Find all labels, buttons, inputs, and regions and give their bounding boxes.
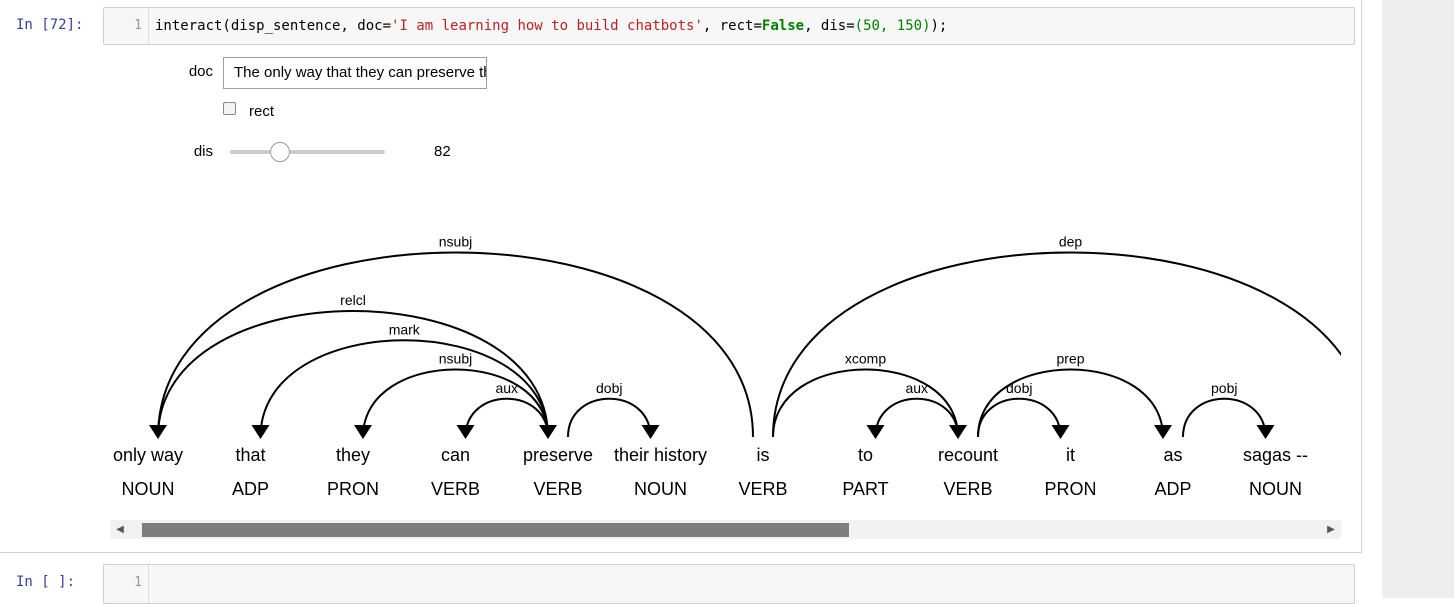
arc-label: nsubj <box>439 351 472 367</box>
token-word: sagas -- <box>1243 445 1308 465</box>
token-tag: PRON <box>327 479 379 499</box>
arc-label: nsubj <box>439 234 472 250</box>
code-dis-value: (50, 150) <box>854 18 931 34</box>
token-word: as <box>1163 445 1182 465</box>
token-word: to <box>858 445 873 465</box>
arc-arrowhead <box>354 425 372 439</box>
code-cell-72[interactable]: In [72]: 1 interact(disp_sentence, doc='… <box>0 0 1362 553</box>
arc-arrowhead <box>456 425 475 439</box>
gutter-divider <box>148 565 149 603</box>
arc-arrowhead <box>866 425 885 439</box>
arc-arrowhead <box>641 425 660 439</box>
code-doc-string: 'I am learning how to build chatbots' <box>391 18 703 34</box>
dependency-arc <box>567 397 652 438</box>
arc-arrowhead <box>1154 425 1172 439</box>
cell-prompt: In [72]: <box>16 17 84 33</box>
code-end: ); <box>930 18 948 34</box>
arc-label: prep <box>1056 351 1084 367</box>
arc-arrowhead <box>1051 425 1070 439</box>
dis-slider-handle[interactable] <box>269 142 290 162</box>
rect-label: rect <box>249 103 275 120</box>
code-input[interactable]: 1 interact(disp_sentence, doc='I am lear… <box>103 7 1355 45</box>
dependency-arc <box>362 368 549 438</box>
arc-label: pobj <box>1211 380 1237 396</box>
horizontal-scrollbar[interactable]: ◀ ▶ <box>110 520 1341 539</box>
arc-label: dobj <box>1006 380 1032 396</box>
token-tag: VERB <box>533 479 582 499</box>
scroll-right-arrow-icon[interactable]: ▶ <box>1321 520 1341 539</box>
dependency-arc <box>874 397 959 438</box>
token-tag: NOUN <box>122 479 175 499</box>
line-number: 1 <box>134 575 142 590</box>
token-word: it <box>1066 445 1075 465</box>
notebook-right-gutter <box>1382 0 1454 598</box>
arc-label: relcl <box>340 292 366 308</box>
doc-label: doc <box>188 63 213 80</box>
arc-label: dobj <box>596 380 622 396</box>
dependency-arc <box>464 397 549 438</box>
dependency-arc <box>977 397 1062 438</box>
arc-label: mark <box>389 321 421 337</box>
arc-label: xcomp <box>845 351 886 367</box>
code-line[interactable]: interact(disp_sentence, doc='I am learni… <box>155 18 947 34</box>
dependency-arc <box>157 251 754 438</box>
gutter-divider <box>148 8 149 44</box>
line-number: 1 <box>134 18 142 33</box>
arc-label: aux <box>905 380 928 396</box>
dis-slider-track[interactable] <box>230 150 385 154</box>
token-word: is <box>757 445 770 465</box>
scroll-left-arrow-icon[interactable]: ◀ <box>110 520 130 539</box>
token-word: their history <box>614 445 707 465</box>
code-rect-value: False <box>761 18 805 34</box>
scrollbar-thumb[interactable] <box>141 523 850 537</box>
rect-checkbox[interactable] <box>223 102 236 115</box>
dependency-visualization: only way NOUN that ADP they PRON can VERB preser… <box>110 175 1341 520</box>
dis-value: 82 <box>434 143 451 160</box>
token-tag: PRON <box>1044 479 1096 499</box>
dependency-tree-svg: only way NOUN that ADP they PRON can VERB preser… <box>113 234 1341 499</box>
token-tag: VERB <box>738 479 787 499</box>
token-word: they <box>336 445 370 465</box>
dependency-arc <box>772 368 959 438</box>
dependency-arc <box>772 251 1341 438</box>
token-word: can <box>441 445 470 465</box>
empty-code-input[interactable]: 1 <box>103 564 1355 604</box>
doc-text-input[interactable]: The only way that they can preserve thei… <box>223 57 487 89</box>
arc-label: dep <box>1059 234 1083 250</box>
arc-arrowhead <box>251 425 270 439</box>
dis-label: dis <box>193 143 213 160</box>
token-tag: ADP <box>232 479 269 499</box>
token-tag: NOUN <box>1249 479 1302 499</box>
code-after-rect: , dis= <box>804 18 855 34</box>
token-tag: VERB <box>943 479 992 499</box>
code-fn: interact(disp_sentence, doc= <box>155 18 392 34</box>
arc-label: aux <box>495 380 518 396</box>
token-tag: NOUN <box>634 479 687 499</box>
token-word: preserve <box>523 445 593 465</box>
cell-prompt-empty: In [ ]: <box>16 574 76 590</box>
dependency-arc <box>1182 397 1267 438</box>
token-tag: ADP <box>1154 479 1191 499</box>
arc-arrowhead <box>1256 425 1275 439</box>
token-word: recount <box>938 445 998 465</box>
token-tag: PART <box>842 479 888 499</box>
token-tag: VERB <box>431 479 480 499</box>
token-word: only way <box>113 445 183 465</box>
code-mid: , rect= <box>702 18 762 34</box>
token-word: that <box>235 445 265 465</box>
